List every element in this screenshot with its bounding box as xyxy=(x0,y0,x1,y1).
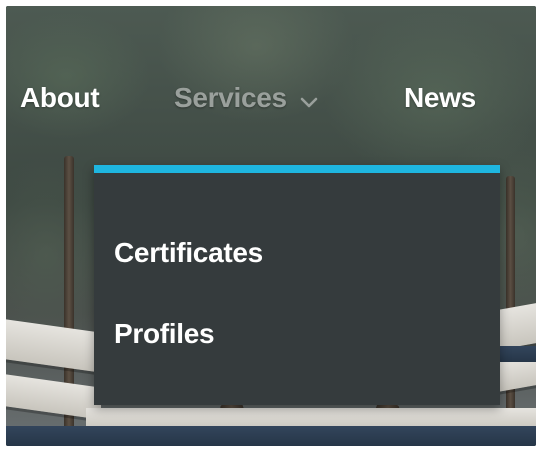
nav-services-label: Services xyxy=(174,82,287,113)
rooftop xyxy=(500,302,536,350)
nav-about-label: About xyxy=(20,82,100,113)
nav-news[interactable]: News xyxy=(404,82,476,114)
nav-about[interactable]: About xyxy=(20,82,100,114)
building-wall xyxy=(500,346,536,362)
chevron-down-icon xyxy=(301,97,318,108)
rooftop xyxy=(6,319,101,373)
services-dropdown-menu: Certificates Profiles xyxy=(94,165,500,405)
dropdown-item-profiles[interactable]: Profiles xyxy=(114,318,215,350)
site-header-frame: About Services News Certificates Profile… xyxy=(6,6,536,446)
nav-services[interactable]: Services xyxy=(174,82,318,114)
building-wall xyxy=(6,426,536,446)
dropdown-item-certificates[interactable]: Certificates xyxy=(114,237,263,269)
nav-news-label: News xyxy=(404,82,476,113)
dropdown-accent-bar xyxy=(94,165,500,173)
